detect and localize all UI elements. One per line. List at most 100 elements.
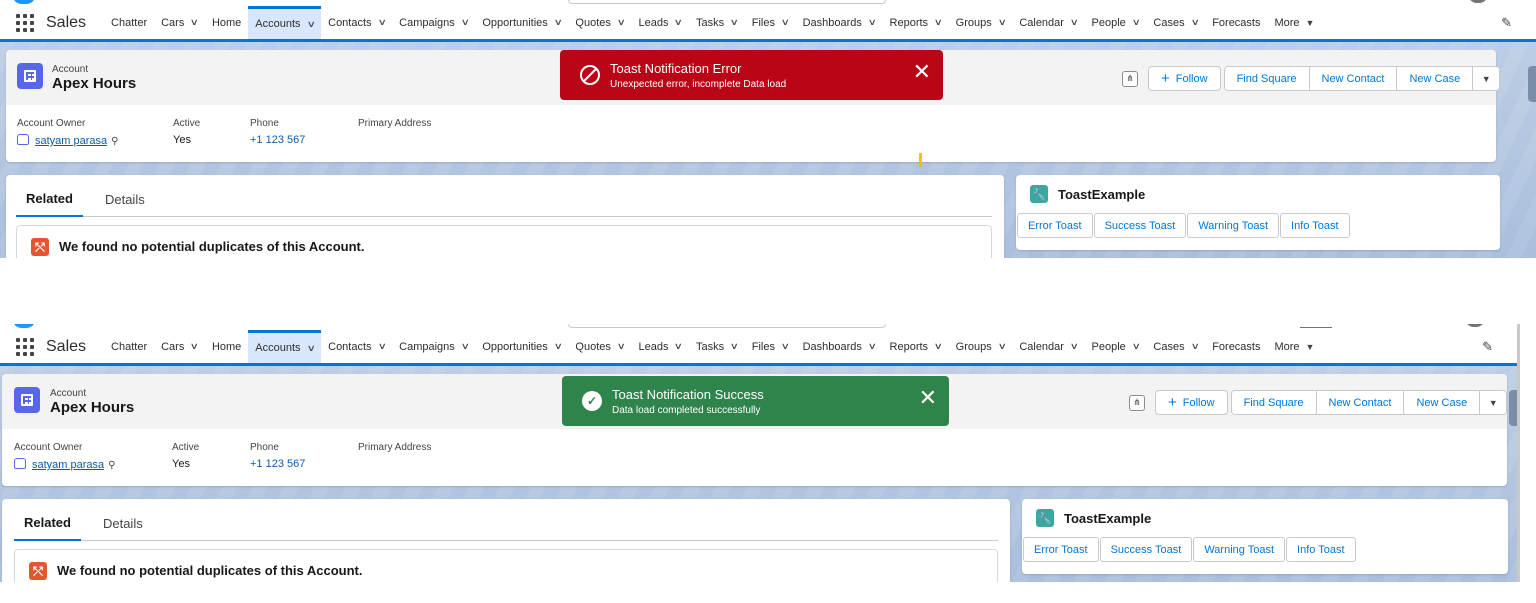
nav-item-groups[interactable]: Groups ∨	[949, 330, 1013, 363]
waffle-icon[interactable]	[16, 337, 34, 356]
error-toast-button[interactable]: Error Toast	[1023, 537, 1099, 562]
chevron-down-icon[interactable]: ∨	[1131, 17, 1140, 28]
waffle-icon[interactable]	[16, 13, 34, 32]
nav-item-chatter[interactable]: Chatter	[104, 6, 154, 39]
nav-item-calendar[interactable]: Calendar ∨	[1012, 330, 1084, 363]
utility-tab[interactable]	[1509, 390, 1517, 426]
utility-tab[interactable]	[1528, 66, 1536, 102]
chevron-down-icon[interactable]: ∨	[460, 341, 469, 352]
chevron-down-icon[interactable]: ∨	[868, 341, 877, 352]
nav-item-people[interactable]: People ∨	[1085, 330, 1147, 363]
nav-item-campaigns[interactable]: Campaigns ∨	[392, 6, 475, 39]
success-toast-button[interactable]: Success Toast	[1099, 537, 1193, 562]
global-search-input[interactable]	[568, 324, 886, 328]
new-contact-button[interactable]: New Contact	[1309, 67, 1398, 90]
chevron-down-icon[interactable]: ∨	[553, 17, 562, 28]
tab-related[interactable]: Related	[16, 191, 83, 217]
nav-item-reports[interactable]: Reports ∨	[883, 330, 949, 363]
chevron-down-icon[interactable]: ▼	[1480, 391, 1507, 414]
chevron-down-icon[interactable]: ∨	[617, 17, 626, 28]
chevron-down-icon[interactable]: ∨	[997, 17, 1006, 28]
chevron-down-icon[interactable]: ∨	[868, 17, 877, 28]
hierarchy-icon[interactable]: ⋔	[1129, 394, 1145, 411]
nav-item-home[interactable]: Home	[205, 330, 248, 363]
find-square-button[interactable]: Find Square	[1231, 391, 1317, 414]
chevron-down-icon[interactable]: ∨	[617, 341, 626, 352]
chevron-down-icon[interactable]: ∨	[306, 343, 315, 354]
nav-item-chatter[interactable]: Chatter	[104, 330, 154, 363]
success-toast-button[interactable]: Success Toast	[1093, 213, 1187, 238]
nav-item-dashboards[interactable]: Dashboards ∨	[796, 6, 883, 39]
chevron-down-icon[interactable]: ∨	[1131, 341, 1140, 352]
info-toast-button[interactable]: Info Toast	[1280, 213, 1350, 238]
chevron-down-icon[interactable]: ∨	[674, 17, 683, 28]
nav-item-groups[interactable]: Groups ∨	[949, 6, 1013, 39]
chevron-down-icon[interactable]: ∨	[730, 17, 739, 28]
chevron-down-icon[interactable]: ∨	[934, 17, 943, 28]
nav-item-opportunities[interactable]: Opportunities ∨	[475, 6, 568, 39]
error-toast-button[interactable]: Error Toast	[1017, 213, 1093, 238]
nav-item-leads[interactable]: Leads ∨	[631, 6, 689, 39]
chevron-down-icon[interactable]: ∨	[1190, 341, 1199, 352]
nav-item-contacts[interactable]: Contacts ∨	[321, 330, 392, 363]
nav-item-tasks[interactable]: Tasks ∨	[689, 6, 745, 39]
owner-link[interactable]: satyam parasa	[35, 135, 107, 147]
chevron-down-icon[interactable]: ∨	[781, 341, 790, 352]
nav-item-opportunities[interactable]: Opportunities ∨	[475, 330, 568, 363]
chevron-down-icon[interactable]: ∨	[306, 19, 315, 30]
chevron-down-icon[interactable]: ∨	[460, 17, 469, 28]
nav-item-cars[interactable]: Cars ∨	[154, 330, 205, 363]
nav-item-tasks[interactable]: Tasks ∨	[689, 330, 745, 363]
nav-item-campaigns[interactable]: Campaigns ∨	[392, 330, 475, 363]
field-value-phone[interactable]: +1 123 567	[250, 458, 305, 470]
tab-related[interactable]: Related	[14, 515, 81, 541]
chevron-down-icon[interactable]: ∨	[1070, 17, 1079, 28]
nav-item-accounts[interactable]: Accounts ∨	[248, 6, 322, 39]
nav-item-forecasts[interactable]: Forecasts	[1205, 330, 1267, 363]
new-contact-button[interactable]: New Contact	[1316, 391, 1405, 414]
follow-button[interactable]: + Follow	[1148, 66, 1221, 91]
global-search-input[interactable]	[568, 0, 886, 4]
avatar[interactable]	[1465, 324, 1485, 327]
owner-link[interactable]: satyam parasa	[32, 459, 104, 471]
nav-item-people[interactable]: People ∨	[1085, 6, 1147, 39]
close-icon[interactable]: ✕	[913, 61, 931, 83]
nav-item-reports[interactable]: Reports ∨	[883, 6, 949, 39]
change-owner-icon[interactable]: ⚲	[111, 136, 118, 147]
nav-item-cars[interactable]: Cars ∨	[154, 6, 205, 39]
new-case-button[interactable]: New Case	[1397, 67, 1474, 90]
chevron-down-icon[interactable]: ∨	[997, 341, 1006, 352]
field-value-phone[interactable]: +1 123 567	[250, 134, 305, 146]
find-square-button[interactable]: Find Square	[1224, 67, 1310, 90]
warning-toast-button[interactable]: Warning Toast	[1193, 537, 1286, 562]
nav-item-quotes[interactable]: Quotes ∨	[568, 6, 631, 39]
nav-item-cases[interactable]: Cases ∨	[1146, 6, 1205, 39]
tab-details[interactable]: Details	[95, 192, 155, 216]
nav-item-files[interactable]: Files ∨	[745, 6, 796, 39]
chevron-down-icon[interactable]: ∨	[190, 17, 199, 28]
follow-button[interactable]: + Follow	[1155, 390, 1228, 415]
chevron-down-icon[interactable]: ∨	[553, 341, 562, 352]
chevron-down-icon[interactable]: ∨	[377, 341, 386, 352]
nav-item-dashboards[interactable]: Dashboards ∨	[796, 330, 883, 363]
chevron-down-icon[interactable]: ▼	[1473, 67, 1500, 90]
chevron-down-icon[interactable]: ∨	[934, 341, 943, 352]
chevron-down-icon[interactable]: ∨	[674, 341, 683, 352]
nav-item-calendar[interactable]: Calendar ∨	[1012, 6, 1084, 39]
nav-item-home[interactable]: Home	[205, 6, 248, 39]
nav-item-more[interactable]: More ▼	[1267, 330, 1321, 363]
chevron-down-icon[interactable]: ∨	[1190, 17, 1199, 28]
warning-toast-button[interactable]: Warning Toast	[1187, 213, 1280, 238]
nav-item-quotes[interactable]: Quotes ∨	[568, 330, 631, 363]
chevron-down-icon[interactable]: ∨	[730, 341, 739, 352]
nav-item-forecasts[interactable]: Forecasts	[1205, 6, 1267, 39]
pencil-icon[interactable]: ✎	[1501, 15, 1512, 31]
change-owner-icon[interactable]: ⚲	[108, 460, 115, 471]
chevron-down-icon[interactable]: ∨	[377, 17, 386, 28]
hierarchy-icon[interactable]: ⋔	[1122, 70, 1138, 87]
pencil-icon[interactable]: ✎	[1482, 339, 1493, 355]
nav-item-leads[interactable]: Leads ∨	[631, 330, 689, 363]
nav-item-contacts[interactable]: Contacts ∨	[321, 6, 392, 39]
close-icon[interactable]: ✕	[919, 387, 937, 409]
nav-item-files[interactable]: Files ∨	[745, 330, 796, 363]
